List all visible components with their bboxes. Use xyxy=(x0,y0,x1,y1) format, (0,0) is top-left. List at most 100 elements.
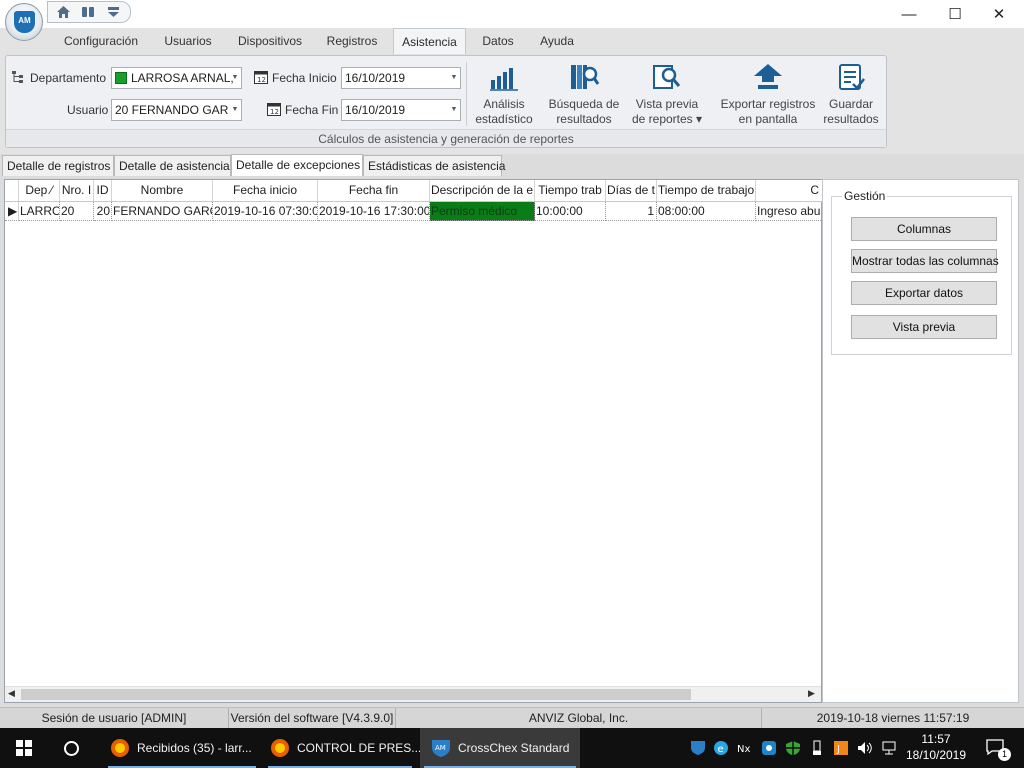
svg-text:e: e xyxy=(718,744,724,755)
devices-icon[interactable] xyxy=(81,5,96,19)
dropdown-menu-icon[interactable] xyxy=(106,5,121,19)
column-header[interactable]: Fecha fin xyxy=(318,180,430,201)
chevron-down-icon: ▼ xyxy=(450,106,458,113)
taskbar-item-label: CrossChex Standard xyxy=(458,741,570,755)
ribbon-tab-bar: Configuración Usuarios Dispositivos Regi… xyxy=(0,28,1024,55)
cell-departamento[interactable]: LARRO xyxy=(19,202,60,221)
minimize-button[interactable]: — xyxy=(886,0,932,28)
column-header[interactable]: Días de t xyxy=(606,180,657,201)
tab-configuracion[interactable]: Configuración xyxy=(55,28,147,54)
tab-datos[interactable]: Datos xyxy=(476,28,520,54)
network-icon[interactable] xyxy=(881,740,897,756)
columnas-button[interactable]: Columnas xyxy=(851,217,997,241)
column-header[interactable]: Descripción de la e xyxy=(430,180,535,201)
exportar-registros-button[interactable]: Exportar registros en pantalla xyxy=(712,62,824,130)
vista-previa-button[interactable]: Vista previa xyxy=(851,315,997,339)
crosschex-icon: AM xyxy=(432,740,450,757)
column-header[interactable]: Tiempo de trabajo xyxy=(657,180,756,201)
maximize-button[interactable]: ☐ xyxy=(932,0,978,28)
column-header[interactable]: ID xyxy=(94,180,112,201)
cell-id[interactable]: 20 xyxy=(94,202,112,221)
management-panel: Gestión Columnas Mostrar todas las colum… xyxy=(822,179,1019,703)
tab-ayuda[interactable]: Ayuda xyxy=(532,28,582,54)
analisis-estadistico-button[interactable]: Análisis estadístico xyxy=(472,62,536,130)
tab-detalle-excepciones[interactable]: Detalle de excepciones xyxy=(231,154,363,176)
column-header[interactable]: Nro. I xyxy=(60,180,94,201)
document-tab-bar: Detalle de registros Detalle de asistenc… xyxy=(0,154,1024,176)
taskbar-item-firefox-control[interactable]: CONTROL DE PRES... xyxy=(264,728,421,768)
cell-descripcion[interactable]: Permiso médico xyxy=(430,202,535,221)
tab-dispositivos[interactable]: Dispositivos xyxy=(230,28,310,54)
volume-icon[interactable] xyxy=(857,740,873,756)
fecha-fin-picker[interactable]: 16/10/2019 ▼ xyxy=(341,99,461,121)
taskbar-item-crosschex[interactable]: AM CrossChex Standard xyxy=(420,728,580,768)
action-center-button[interactable]: 1 xyxy=(978,728,1024,768)
vista-previa-reportes-button[interactable]: Vista previa de reportes ▾ xyxy=(628,62,706,130)
usuario-value: 20 FERNANDO GAR xyxy=(115,103,229,117)
cell-comentario[interactable]: Ingreso abu xyxy=(756,202,821,221)
cortana-circle-icon xyxy=(64,741,79,756)
tab-registros[interactable]: Registros xyxy=(320,28,384,54)
cell-fecha-inicio[interactable]: 2019-10-16 07:30:0( xyxy=(213,202,318,221)
busqueda-resultados-button[interactable]: Búsqueda de resultados xyxy=(544,62,624,130)
usb-device-icon[interactable] xyxy=(809,740,825,756)
svg-text:AM: AM xyxy=(435,744,446,752)
departamento-combo[interactable]: LARROSA ARNAL, ▼ xyxy=(111,67,242,89)
taskbar: Recibidos (35) - larr... CONTROL DE PRES… xyxy=(0,728,1024,768)
app-nx-icon[interactable]: Nx xyxy=(737,740,753,756)
cell-nro[interactable]: 20 xyxy=(60,202,94,221)
search-button[interactable] xyxy=(48,728,96,768)
java-update-icon[interactable]: J xyxy=(833,740,849,756)
skype-icon[interactable]: e xyxy=(713,740,729,756)
button-label: Búsqueda de xyxy=(548,97,620,111)
status-company: ANVIZ Global, Inc. xyxy=(396,708,762,728)
fecha-fin-label: Fecha Fin xyxy=(285,103,339,117)
scrollbar-thumb[interactable] xyxy=(21,689,691,700)
cell-fecha-fin[interactable]: 2019-10-16 17:30:00 xyxy=(318,202,430,221)
button-label: de reportes ▾ xyxy=(631,112,703,126)
column-header[interactable]: C xyxy=(756,180,821,201)
cell-dias[interactable]: 1 xyxy=(606,202,657,221)
column-header[interactable]: Tiempo trab xyxy=(535,180,606,201)
status-session: Sesión de usuario [ADMIN] xyxy=(0,708,229,728)
grid-header: Dep ⁄ Nro. I ID Nombre Fecha inicio Fech… xyxy=(5,180,823,202)
mostrar-todas-columnas-button[interactable]: Mostrar todas las columnas xyxy=(851,249,999,273)
svg-text:Nx: Nx xyxy=(737,744,750,755)
column-header[interactable]: Fecha inicio xyxy=(213,180,318,201)
tab-usuarios[interactable]: Usuarios xyxy=(158,28,218,54)
status-version: Versión del software [V4.3.9.0] xyxy=(229,708,396,728)
chevron-down-icon: ▼ xyxy=(231,106,239,113)
close-button[interactable]: ✕ xyxy=(976,0,1022,28)
cell-nombre[interactable]: FERNANDO GARC xyxy=(112,202,213,221)
horizontal-scrollbar[interactable]: ◀ ▶ xyxy=(5,686,821,702)
tab-asistencia[interactable]: Asistencia xyxy=(393,28,466,55)
home-icon[interactable] xyxy=(56,5,71,19)
column-header[interactable]: Dep ⁄ xyxy=(19,180,60,201)
cell-tiempo-trab[interactable]: 10:00:00 xyxy=(535,202,606,221)
fecha-inicio-picker[interactable]: 16/10/2019 ▼ xyxy=(341,67,461,89)
button-label: Vista previa xyxy=(635,97,699,111)
gestion-groupbox: Gestión Columnas Mostrar todas las colum… xyxy=(831,189,1012,355)
app-logo[interactable]: AM xyxy=(5,3,43,41)
column-header[interactable]: Nombre xyxy=(112,180,213,201)
usuario-combo[interactable]: 20 FERNANDO GAR ▼ xyxy=(111,99,242,121)
clock[interactable]: 11:57 18/10/2019 xyxy=(900,731,972,763)
book-search-icon xyxy=(568,62,600,92)
scroll-left-icon[interactable]: ◀ xyxy=(8,688,15,699)
row-indicator-header xyxy=(5,180,19,201)
scroll-right-icon[interactable]: ▶ xyxy=(808,688,815,699)
crosschex-tray-icon[interactable] xyxy=(690,740,706,756)
exceptions-grid[interactable]: Dep ⁄ Nro. I ID Nombre Fecha inicio Fech… xyxy=(4,179,823,703)
tab-estadisticas-asistencia[interactable]: Estádisticas de asistencia xyxy=(363,155,505,176)
button-label: resultados xyxy=(823,112,879,126)
tab-detalle-registros[interactable]: Detalle de registros xyxy=(2,155,114,176)
taskbar-item-firefox-mail[interactable]: Recibidos (35) - larr... xyxy=(104,728,260,768)
start-button[interactable] xyxy=(0,728,48,768)
defender-shield-icon[interactable] xyxy=(785,740,801,756)
cell-tiempo-trabajo[interactable]: 08:00:00 xyxy=(657,202,756,221)
exportar-datos-button[interactable]: Exportar datos xyxy=(851,281,997,305)
firefox-icon xyxy=(111,739,129,757)
guardar-resultados-button[interactable]: Guardar resultados xyxy=(820,62,882,130)
network-share-icon[interactable] xyxy=(761,740,777,756)
tab-detalle-asistencia[interactable]: Detalle de asistencia xyxy=(114,155,231,176)
